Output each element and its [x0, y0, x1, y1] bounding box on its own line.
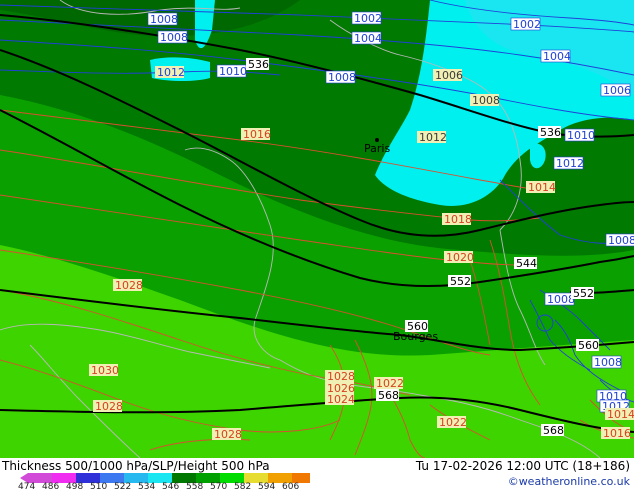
valid-time: Tu 17-02-2026 12:00 UTC (18+186) — [415, 459, 630, 473]
isobar-label: 1004 — [543, 50, 571, 63]
isobar-label: 1022 — [439, 416, 467, 429]
isobar-label: 1020 — [446, 251, 474, 264]
height-label: 544 — [516, 257, 537, 270]
scale-label: 570 — [210, 482, 228, 492]
height-label: 536 — [248, 58, 269, 71]
isobar-label: 1010 — [567, 129, 595, 142]
scale-label: 546 — [162, 482, 180, 492]
isobar-label: 1008 — [160, 31, 188, 44]
isobar-label: 1008 — [328, 71, 356, 84]
scale-label: 594 — [258, 482, 276, 492]
scale-label: 486 — [42, 482, 60, 492]
isobar-label: 1002 — [354, 12, 382, 25]
scale-label: 474 — [18, 482, 36, 492]
scale-label: 510 — [90, 482, 108, 492]
map-footer: Thickness 500/1000 hPa/SLP/Height 500 hP… — [0, 458, 634, 492]
scale-label: 606 — [282, 482, 300, 492]
height-label: 552 — [573, 287, 594, 300]
scale-label: 534 — [138, 482, 156, 492]
height-label: 552 — [450, 275, 471, 288]
weather-map: Paris Bourges 1008 1002 1008 1004 1010 1… — [0, 0, 634, 458]
isobar-label: 1028 — [214, 428, 242, 441]
isobar-label: 1002 — [513, 18, 541, 31]
isobar-label: 1008 — [594, 356, 622, 369]
isobar-label: 1008 — [608, 234, 634, 247]
isobar-label: 1016 — [603, 427, 631, 440]
map-title: Thickness 500/1000 hPa/SLP/Height 500 hP… — [2, 459, 270, 473]
height-label: 560 — [578, 339, 599, 352]
height-label: 560 — [407, 320, 428, 333]
height-label: 568 — [378, 389, 399, 402]
isobar-label: 1014 — [528, 181, 556, 194]
isobar-label: 1006 — [435, 69, 463, 82]
scale-label: 558 — [186, 482, 204, 492]
city-label-paris: Paris — [364, 142, 390, 155]
isobar-label: 1010 — [219, 65, 247, 78]
isobar-label: 1030 — [91, 364, 119, 377]
credit-link[interactable]: ©weatheronline.co.uk — [508, 475, 630, 488]
weather-map-window: Paris Bourges 1008 1002 1008 1004 1010 1… — [0, 0, 634, 492]
isobar-label: 1008 — [547, 293, 575, 306]
isobar-label: 1012 — [556, 157, 584, 170]
scale-label: 522 — [114, 482, 132, 492]
isobar-label: 1004 — [354, 32, 382, 45]
isobar-label: 1014 — [607, 408, 634, 421]
isobar-label: 1028 — [95, 400, 123, 413]
isobar-label: 1018 — [444, 213, 472, 226]
isobar-label: 1012 — [419, 131, 447, 144]
isobar-label: 1008 — [472, 94, 500, 107]
isobar-label: 1012 — [157, 66, 185, 79]
isobar-label: 1016 — [243, 128, 271, 141]
isobar-label: 1008 — [150, 13, 178, 26]
scale-label: 582 — [234, 482, 252, 492]
isobar-label: 1024 — [327, 393, 355, 406]
scale-label: 498 — [66, 482, 84, 492]
height-label: 536 — [540, 126, 561, 139]
isobar-label: 1028 — [115, 279, 143, 292]
height-label: 568 — [543, 424, 564, 437]
isobar-label: 1006 — [603, 84, 631, 97]
